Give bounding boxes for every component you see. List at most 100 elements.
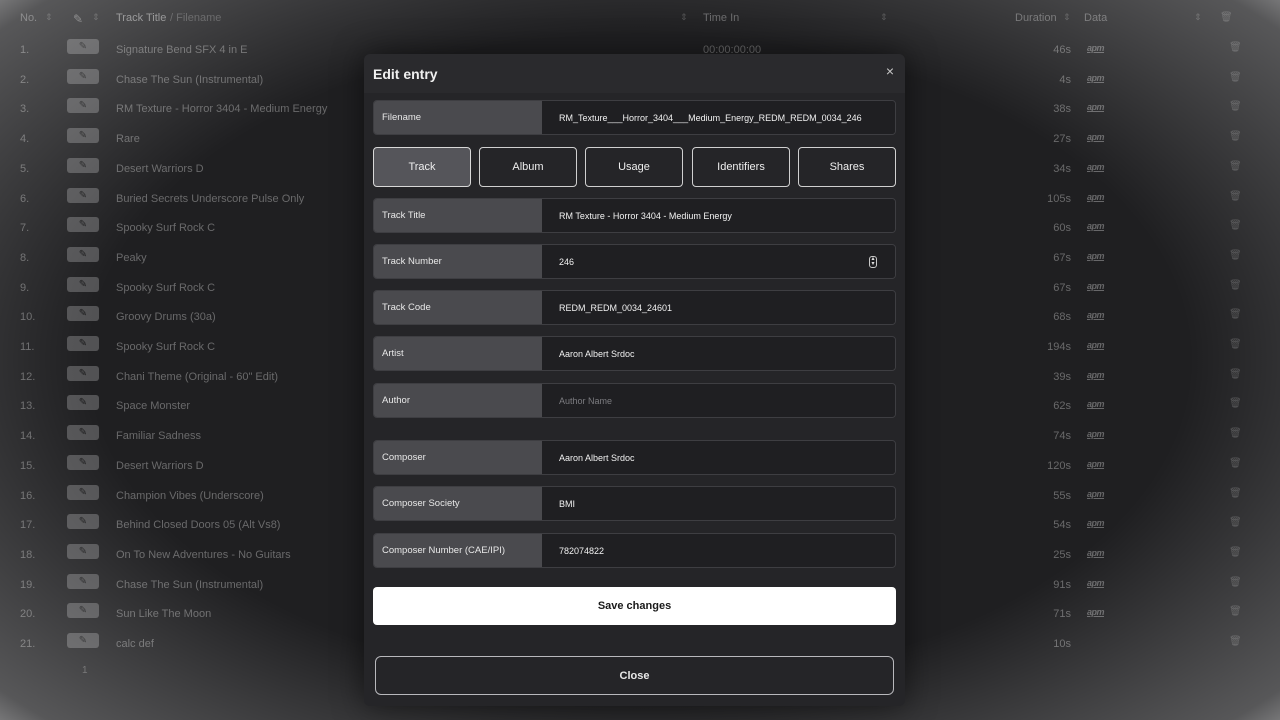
trash-icon[interactable]: 🗑: [1229, 42, 1242, 54]
row-number: 14.: [20, 430, 36, 443]
trash-icon[interactable]: 🗑: [1229, 458, 1242, 470]
edit-icon[interactable]: ✎: [67, 276, 99, 292]
track-number-input[interactable]: 246 ▴ ▾: [542, 245, 895, 278]
header-duration[interactable]: Duration: [1015, 12, 1057, 24]
header-track-title[interactable]: Track Title: [116, 12, 166, 24]
save-changes-button[interactable]: Save changes: [373, 587, 896, 625]
edit-icon[interactable]: ✎: [67, 425, 99, 441]
trash-icon[interactable]: 🗑: [1229, 369, 1242, 381]
tab-track[interactable]: Track: [373, 147, 471, 187]
track-number-value: 246: [559, 256, 575, 267]
apm-logo-icon: apm: [1087, 221, 1105, 232]
trash-icon[interactable]: 🗑: [1229, 72, 1242, 84]
apm-logo-icon: apm: [1087, 607, 1105, 618]
sort-icon[interactable]: ⇕: [92, 12, 100, 23]
row-number: 18.: [20, 548, 36, 561]
track-title-field: Track Title RM Texture - Horror 3404 - M…: [373, 198, 896, 233]
header-time-in[interactable]: Time In: [703, 12, 739, 24]
trash-icon[interactable]: 🗑: [1229, 339, 1242, 351]
trash-icon[interactable]: 🗑: [1229, 161, 1242, 173]
row-number: 10.: [20, 311, 36, 324]
composer-number-input[interactable]: 782074822: [542, 534, 895, 567]
tab-identifiers[interactable]: Identifiers: [692, 147, 790, 187]
edit-icon[interactable]: ✎: [67, 157, 99, 173]
row-number: 21.: [20, 638, 36, 650]
trash-icon[interactable]: 🗑: [1229, 191, 1242, 203]
edit-icon[interactable]: ✎: [67, 454, 99, 470]
edit-icon[interactable]: ✎: [67, 68, 99, 84]
author-input[interactable]: [559, 395, 879, 406]
track-title: Chani Theme (Original - 60" Edit): [116, 370, 279, 383]
edit-icon[interactable]: ✎: [67, 543, 99, 559]
duration: 62s: [1053, 400, 1071, 413]
track-title: Peaky: [116, 251, 147, 264]
track-title: calc def: [116, 638, 154, 650]
duration: 74s: [1053, 430, 1071, 443]
apm-logo-icon: apm: [1087, 280, 1105, 291]
edit-icon[interactable]: ✎: [67, 573, 99, 589]
artist-input[interactable]: Aaron Albert Srdoc: [542, 337, 895, 370]
edit-icon[interactable]: ✎: [67, 395, 99, 411]
trash-icon[interactable]: 🗑: [1229, 280, 1242, 292]
trash-icon[interactable]: 🗑: [1229, 309, 1242, 321]
header-filename[interactable]: / Filename: [170, 12, 221, 24]
filename-input[interactable]: RM_Texture___Horror_3404___Medium_Energy…: [542, 101, 895, 134]
trash-icon[interactable]: 🗑: [1220, 12, 1233, 23]
trash-icon[interactable]: 🗑: [1229, 250, 1242, 262]
pagination[interactable]: 1: [82, 665, 88, 676]
edit-icon[interactable]: ✎: [67, 39, 99, 54]
edit-icon[interactable]: ✎: [67, 484, 99, 500]
track-title: Spooky Surf Rock C: [116, 222, 216, 235]
edit-icon[interactable]: ✎: [67, 603, 99, 619]
composer-input[interactable]: Aaron Albert Srdoc: [542, 441, 895, 474]
edit-icon[interactable]: ✎: [67, 365, 99, 381]
track-title: Groovy Drums (30a): [116, 311, 216, 324]
sort-icon[interactable]: ⇕: [880, 12, 888, 23]
track-code-input[interactable]: REDM_REDM_0034_24601: [542, 291, 895, 324]
header-no[interactable]: No.: [20, 12, 37, 24]
edit-icon[interactable]: ✎: [67, 336, 99, 351]
trash-icon[interactable]: 🗑: [1229, 547, 1242, 559]
trash-icon[interactable]: 🗑: [1229, 517, 1242, 529]
track-title-input[interactable]: RM Texture - Horror 3404 - Medium Energy: [542, 199, 895, 232]
row-number: 11.: [20, 341, 35, 353]
edit-icon[interactable]: ✎: [67, 246, 99, 262]
edit-icon[interactable]: ✎: [67, 633, 99, 648]
trash-icon[interactable]: 🗑: [1229, 636, 1242, 648]
number-stepper-icon[interactable]: ▴ ▾: [869, 256, 877, 268]
sort-icon[interactable]: ⇕: [45, 12, 53, 23]
trash-icon[interactable]: 🗑: [1229, 428, 1242, 440]
track-title: Behind Closed Doors 05 (Alt Vs8): [116, 519, 281, 532]
sort-icon[interactable]: ⇕: [680, 12, 688, 23]
edit-icon[interactable]: ✎: [67, 306, 99, 322]
tab-usage[interactable]: Usage: [585, 147, 683, 187]
edit-icon[interactable]: ✎: [67, 514, 99, 530]
header-data[interactable]: Data: [1084, 12, 1107, 24]
trash-icon[interactable]: 🗑: [1229, 577, 1242, 589]
apm-logo-icon: apm: [1087, 458, 1105, 469]
field-label: Track Title: [374, 199, 542, 232]
trash-icon[interactable]: 🗑: [1229, 101, 1242, 113]
tab-shares[interactable]: Shares: [798, 147, 896, 187]
trash-icon[interactable]: 🗑: [1229, 398, 1242, 410]
trash-icon[interactable]: 🗑: [1229, 220, 1242, 232]
sort-icon[interactable]: ⇕: [1194, 12, 1202, 23]
edit-icon[interactable]: ✎: [67, 187, 99, 203]
tab-album[interactable]: Album: [479, 147, 577, 187]
composer-field: Composer Aaron Albert Srdoc: [373, 440, 896, 475]
edit-icon[interactable]: ✎: [67, 217, 99, 233]
composer-society-input[interactable]: BMI: [542, 487, 895, 520]
duration: 105s: [1047, 192, 1071, 205]
close-button[interactable]: Close: [375, 656, 894, 695]
edit-icon[interactable]: ✎: [67, 98, 99, 114]
edit-icon[interactable]: ✎: [67, 128, 99, 144]
duration: 120s: [1047, 459, 1071, 472]
close-icon[interactable]: ×: [883, 64, 897, 78]
trash-icon[interactable]: 🗑: [1229, 488, 1242, 500]
trash-icon[interactable]: 🗑: [1229, 606, 1242, 618]
duration: 67s: [1053, 251, 1071, 264]
duration: 194s: [1047, 341, 1071, 353]
sort-icon[interactable]: ⇕: [1063, 12, 1071, 23]
apm-logo-icon: apm: [1087, 102, 1105, 113]
trash-icon[interactable]: 🗑: [1229, 131, 1242, 143]
